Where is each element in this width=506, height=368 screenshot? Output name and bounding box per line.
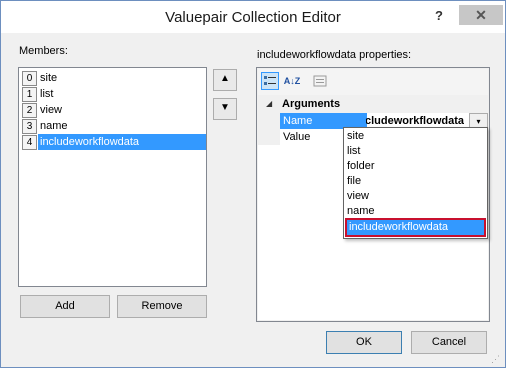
move-down-button[interactable]: ▼ <box>213 98 237 120</box>
property-pages-button[interactable] <box>311 72 329 90</box>
add-button[interactable]: Add <box>20 295 110 318</box>
dropdown-option-name[interactable]: name <box>347 204 484 219</box>
remove-button[interactable]: Remove <box>117 295 207 318</box>
property-pages-icon <box>313 75 327 87</box>
dropdown-option-folder[interactable]: folder <box>347 159 484 174</box>
member-item-includeworkflowdata[interactable]: 4 includeworkflowdata <box>21 134 206 150</box>
properties-label: includeworkflowdata properties: <box>257 49 412 61</box>
close-button[interactable]: ✕ <box>459 5 503 25</box>
chevron-down-icon: ▾ <box>476 117 481 126</box>
member-item-site[interactable]: 0 site <box>21 70 206 86</box>
member-index: 2 <box>22 103 37 118</box>
dropdown-option-includeworkflowdata[interactable]: includeworkflowdata <box>345 218 486 237</box>
member-label: name <box>40 120 68 132</box>
resize-grip-icon[interactable]: ⋰ <box>491 353 503 365</box>
category-label: Arguments <box>282 98 341 110</box>
dropdown-option-site[interactable]: site <box>347 129 484 144</box>
row-margin <box>258 129 280 145</box>
row-margin <box>258 113 280 129</box>
member-index: 1 <box>22 87 37 102</box>
member-item-view[interactable]: 2 view <box>21 102 206 118</box>
help-button[interactable]: ? <box>426 5 452 27</box>
arrow-up-icon: ▲ <box>220 73 230 84</box>
member-item-list[interactable]: 1 list <box>21 86 206 102</box>
member-index: 0 <box>22 71 37 86</box>
alphabetical-button[interactable]: A↓Z <box>283 72 301 90</box>
arrow-down-icon: ▼ <box>220 102 230 113</box>
member-label: site <box>40 72 58 84</box>
member-label: includeworkflowdata <box>38 134 206 150</box>
title-bar: Valuepair Collection Editor ? ✕ <box>1 1 505 33</box>
member-index: 4 <box>22 135 37 150</box>
collection-editor-dialog: Valuepair Collection Editor ? ✕ Members:… <box>0 0 506 368</box>
member-label: list <box>40 88 54 100</box>
members-label: Members: <box>19 45 68 57</box>
ok-button[interactable]: OK <box>326 331 402 354</box>
categorized-icon <box>264 76 276 85</box>
member-item-name[interactable]: 3 name <box>21 118 206 134</box>
cancel-button[interactable]: Cancel <box>411 331 487 354</box>
category-arguments[interactable]: ◢ Arguments <box>258 97 488 113</box>
dropdown-option-view[interactable]: view <box>347 189 484 204</box>
property-toolbar: A↓Z <box>258 69 488 95</box>
members-list[interactable]: 0 site 1 list 2 view 3 name 4 includewor… <box>18 67 207 287</box>
collapse-icon[interactable]: ◢ <box>266 99 272 108</box>
name-dropdown-list[interactable]: site list folder file view name includew… <box>343 127 488 239</box>
categorized-button[interactable] <box>261 72 279 90</box>
dropdown-option-file[interactable]: file <box>347 174 484 189</box>
member-index: 3 <box>22 119 37 134</box>
dropdown-option-list[interactable]: list <box>347 144 484 159</box>
member-label: view <box>40 104 63 116</box>
move-up-button[interactable]: ▲ <box>213 69 237 91</box>
alphabetical-icon: A↓Z <box>283 76 301 86</box>
